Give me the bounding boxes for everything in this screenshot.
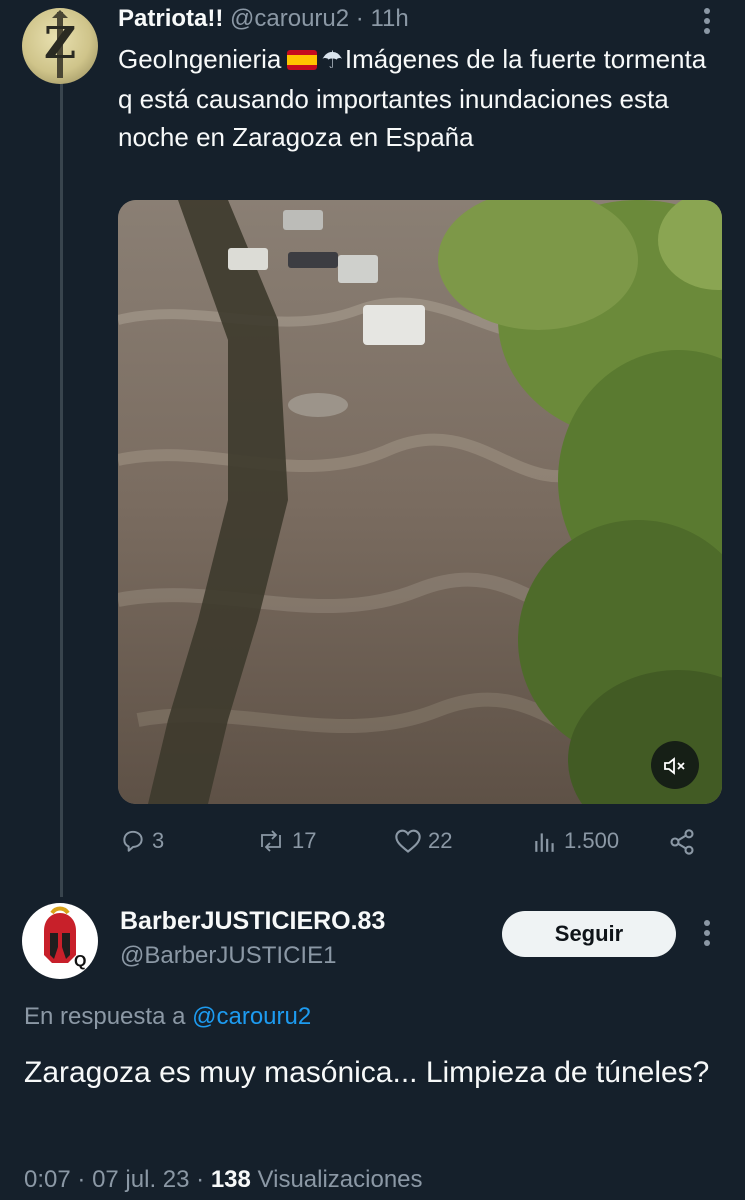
reply-author-handle[interactable]: @BarberJUSTICIE1: [120, 942, 336, 970]
flood-video-frame: [118, 200, 722, 804]
reply-context: En respuesta a @carouru2: [24, 1003, 311, 1031]
like-action[interactable]: 22: [394, 828, 452, 854]
like-icon: [395, 829, 421, 853]
meta-separator: ·: [196, 1166, 205, 1193]
retweet-action[interactable]: 17: [256, 828, 316, 854]
rain-cloud-icon: ☂: [321, 47, 343, 74]
reply-to-handle-link[interactable]: @carouru2: [192, 1003, 311, 1030]
views-icon: [535, 833, 554, 852]
author-name[interactable]: Patriota!!: [118, 5, 223, 32]
views-label: Visualizaciones: [257, 1166, 423, 1193]
tweet-header: Patriota!! @carouru2 · 11h: [118, 5, 409, 33]
mute-toggle-button[interactable]: [651, 741, 699, 789]
retweet-count: 17: [292, 828, 317, 853]
author-handle[interactable]: @carouru2: [230, 5, 349, 32]
follow-button[interactable]: Seguir: [502, 911, 676, 957]
header-separator: ·: [355, 5, 364, 32]
tweet-video[interactable]: [118, 200, 722, 804]
kebab-menu-icon: [704, 8, 710, 34]
like-count: 22: [428, 828, 453, 853]
thread-connector-line: [60, 82, 63, 897]
tweet-text-hashtagless: GeoIngenieria: [118, 44, 282, 74]
reply-author-name[interactable]: BarberJUSTICIERO.83: [120, 907, 385, 936]
tweet-text: GeoIngenieria ☂Imágenes de la fuerte torm…: [118, 40, 718, 156]
reply-tweet-meta: 0:07 · 07 jul. 23 · 138 Visualizaciones: [24, 1166, 423, 1194]
reply-tweet-text: Zaragoza es muy masónica... Limpieza de …: [24, 1056, 710, 1089]
avatar-letter: Z: [43, 18, 77, 69]
reply-time[interactable]: 0:07: [24, 1166, 71, 1193]
spartan-helmet-logo: [44, 906, 76, 963]
views-action[interactable]: 1.500: [532, 828, 619, 854]
reply-author-avatar[interactable]: Q: [22, 903, 98, 979]
spain-flag-icon: [287, 50, 318, 70]
reply-prefix: En respuesta a: [24, 1003, 186, 1030]
retweet-icon: [261, 830, 281, 852]
views-number: 138: [210, 1166, 251, 1193]
tweet-more-options[interactable]: [699, 6, 715, 41]
meta-separator: ·: [77, 1166, 86, 1193]
reply-action[interactable]: 3: [120, 828, 164, 854]
views-count: 1.500: [564, 828, 620, 853]
reply-date[interactable]: 07 jul. 23: [92, 1166, 189, 1193]
tweet-time[interactable]: 11h: [370, 5, 408, 32]
reply-more-options[interactable]: [699, 918, 715, 953]
share-action[interactable]: [668, 828, 696, 856]
reply-avatar-letter: Q: [74, 953, 87, 970]
reply-count: 3: [152, 828, 165, 853]
author-avatar[interactable]: Z: [22, 8, 98, 84]
kebab-menu-icon: [704, 920, 710, 946]
mute-icon: [664, 757, 685, 776]
share-icon: [670, 829, 694, 855]
reply-icon: [123, 830, 143, 852]
